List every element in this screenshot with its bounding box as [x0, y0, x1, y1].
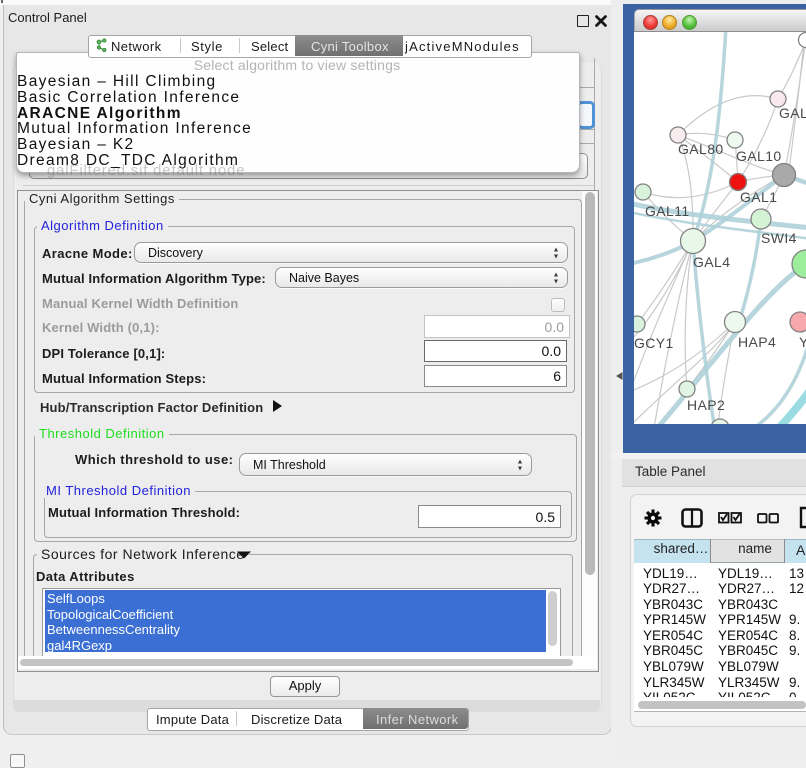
- svg-text:GAL: GAL: [779, 105, 806, 121]
- svg-text:GCY1: GCY1: [634, 335, 674, 351]
- svg-text:Y: Y: [799, 334, 806, 350]
- svg-text:GAL10: GAL10: [736, 148, 782, 164]
- svg-text:GAL1: GAL1: [740, 189, 777, 205]
- svg-text:GAL11: GAL11: [645, 203, 690, 219]
- svg-text:SWI4: SWI4: [761, 230, 797, 246]
- svg-text:HAP2: HAP2: [687, 397, 725, 413]
- svg-text:HAP4: HAP4: [738, 334, 776, 350]
- svg-text:GAL80: GAL80: [678, 141, 724, 157]
- svg-text:GAL4: GAL4: [693, 254, 730, 270]
